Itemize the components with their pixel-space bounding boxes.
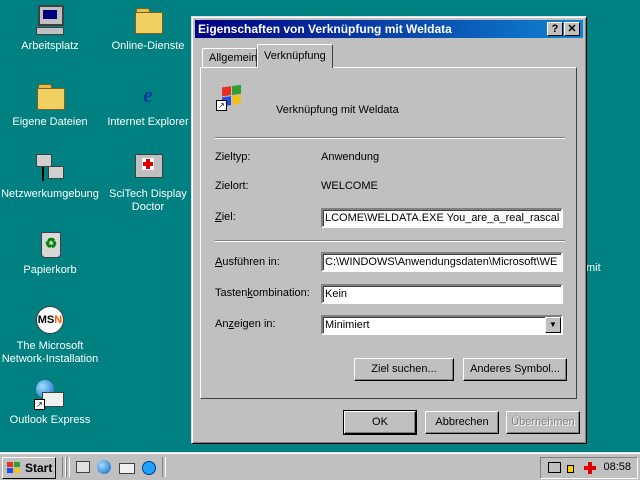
- apply-button: Übernehmen: [506, 411, 580, 434]
- taskbar-separator: [66, 457, 70, 477]
- desktop-icon-netzwerkumgebung[interactable]: Netzwerkumgebung: [0, 152, 100, 201]
- scitech-display-doctor-icon: [132, 152, 164, 184]
- change-icon-button[interactable]: Anderes Symbol...: [463, 358, 567, 381]
- dialog-titlebar[interactable]: Eigenschaften von Verknüpfung mit Weldat…: [195, 20, 583, 38]
- desktop-icon-eigene-dateien[interactable]: Eigene Dateien: [0, 80, 100, 129]
- anzeigen-select[interactable]: Minimiert ▼: [321, 315, 563, 335]
- desktop-icon-scitech-display-doctor[interactable]: SciTech Display Doctor: [98, 152, 198, 214]
- desktop-icon-label: The Microsoft Network-Installation: [1, 340, 99, 365]
- outlook-express-icon: ↗: [34, 378, 66, 410]
- desktop-icon-label: Online-Dienste: [111, 40, 185, 52]
- outlook-express-icon[interactable]: [118, 459, 135, 475]
- zieltyp-label: Zieltyp:: [215, 151, 251, 163]
- ausfuehren-label: Ausführen in:: [215, 256, 280, 268]
- ziel-label-text: iel:: [221, 211, 236, 223]
- display-settings-icon[interactable]: [547, 461, 561, 475]
- ziel-input[interactable]: LCOME\WELDATA.EXE You_are_a_real_rascal: [321, 208, 563, 228]
- shortcut-name: Verknüpfung mit Weldata: [276, 104, 399, 116]
- ausfuehren-input[interactable]: C:\WINDOWS\Anwendungsdaten\Microsoft\WE: [321, 252, 563, 272]
- cancel-button[interactable]: Abbrechen: [425, 411, 499, 434]
- anzeigen-label: Anzeigen in:: [215, 318, 276, 330]
- tasten-label-post: ombination:: [252, 287, 310, 299]
- separator: [215, 137, 565, 139]
- separator: [215, 240, 565, 242]
- find-target-button[interactable]: Ziel suchen...: [354, 358, 454, 381]
- my-documents-icon: [34, 80, 66, 112]
- taskbar-separator: [162, 457, 166, 477]
- desktop-icon-msn-installation[interactable]: MSN The Microsoft Network-Installation: [0, 304, 100, 366]
- zielort-value: WELCOME: [321, 180, 378, 192]
- tasten-label-pre: Tasten: [215, 287, 248, 299]
- windows-logo-icon: [7, 462, 21, 474]
- channels-icon[interactable]: [140, 459, 156, 475]
- dialog-title: Eigenschaften von Verknüpfung mit Weldat…: [198, 22, 452, 36]
- desktop-icon-label: Papierkorb: [23, 264, 77, 276]
- desktop-icon-internet-explorer[interactable]: e Internet Explorer: [98, 80, 198, 129]
- tastenkombination-input[interactable]: Kein: [321, 284, 563, 304]
- anzeigen-selected-value: Minimiert: [325, 319, 370, 331]
- shortcut-panel: ↗ Verknüpfung mit Weldata Zieltyp: Anwen…: [200, 67, 577, 399]
- network-neighborhood-icon: [34, 152, 66, 184]
- folder-icon: [132, 4, 164, 36]
- desktop-icon-papierkorb[interactable]: ♻ Papierkorb: [0, 228, 100, 277]
- zieltyp-value: Anwendung: [321, 151, 380, 163]
- desktop-icon-online-dienste[interactable]: Online-Dienste: [98, 4, 198, 53]
- desktop-icon-label: Eigene Dateien: [12, 116, 88, 128]
- scitech-tray-icon[interactable]: [583, 461, 597, 475]
- anzeigen-label-post: eigen in:: [233, 318, 276, 330]
- close-button[interactable]: ✕: [564, 22, 580, 36]
- desktop-icon-label: Arbeitsplatz: [21, 40, 79, 52]
- show-desktop-icon[interactable]: [74, 459, 90, 475]
- desktop-icon-outlook-express[interactable]: ↗ Outlook Express: [0, 378, 100, 427]
- properties-dialog: Eigenschaften von Verknüpfung mit Weldat…: [191, 16, 587, 444]
- ziel-label: Ziel:: [215, 211, 236, 223]
- recycle-bin-icon: ♻: [34, 228, 66, 260]
- system-tray: 08:58: [540, 457, 638, 479]
- start-label: Start: [25, 461, 53, 475]
- taskbar: Start 08:58: [0, 452, 640, 480]
- my-computer-icon: [34, 4, 66, 36]
- help-button[interactable]: ?: [547, 22, 563, 36]
- zielort-label: Zielort:: [215, 180, 249, 192]
- tastenkombination-label: Tastenkombination:: [215, 287, 310, 299]
- dropdown-arrow-icon[interactable]: ▼: [545, 317, 561, 333]
- internet-explorer-icon: e: [143, 82, 153, 107]
- start-button[interactable]: Start: [2, 457, 56, 479]
- volume-icon[interactable]: [565, 461, 579, 475]
- windows-shortcut-icon: ↗: [216, 83, 244, 111]
- desktop-partial-label: mit: [586, 262, 601, 274]
- desktop-icon-label: SciTech Display Doctor: [109, 188, 187, 213]
- msn-icon: MSN: [34, 304, 66, 336]
- internet-explorer-icon[interactable]: [96, 459, 112, 475]
- desktop-icon-arbeitsplatz[interactable]: Arbeitsplatz: [0, 4, 100, 53]
- tab-verknuepfung[interactable]: Verknüpfung: [257, 44, 333, 68]
- ziel-label-mnemonic: Z: [215, 211, 222, 223]
- tab-allgemein[interactable]: Allgemein: [202, 48, 257, 67]
- ok-button[interactable]: OK: [343, 410, 417, 435]
- desktop-icon-label: Netzwerkumgebung: [1, 188, 99, 200]
- ausfuehren-label-text: usführen in:: [222, 256, 280, 268]
- desktop-icon-label: Outlook Express: [9, 414, 91, 426]
- clock[interactable]: 08:58: [603, 461, 631, 473]
- anzeigen-label-pre: An: [215, 318, 229, 330]
- desktop-icon-label: Internet Explorer: [107, 116, 189, 128]
